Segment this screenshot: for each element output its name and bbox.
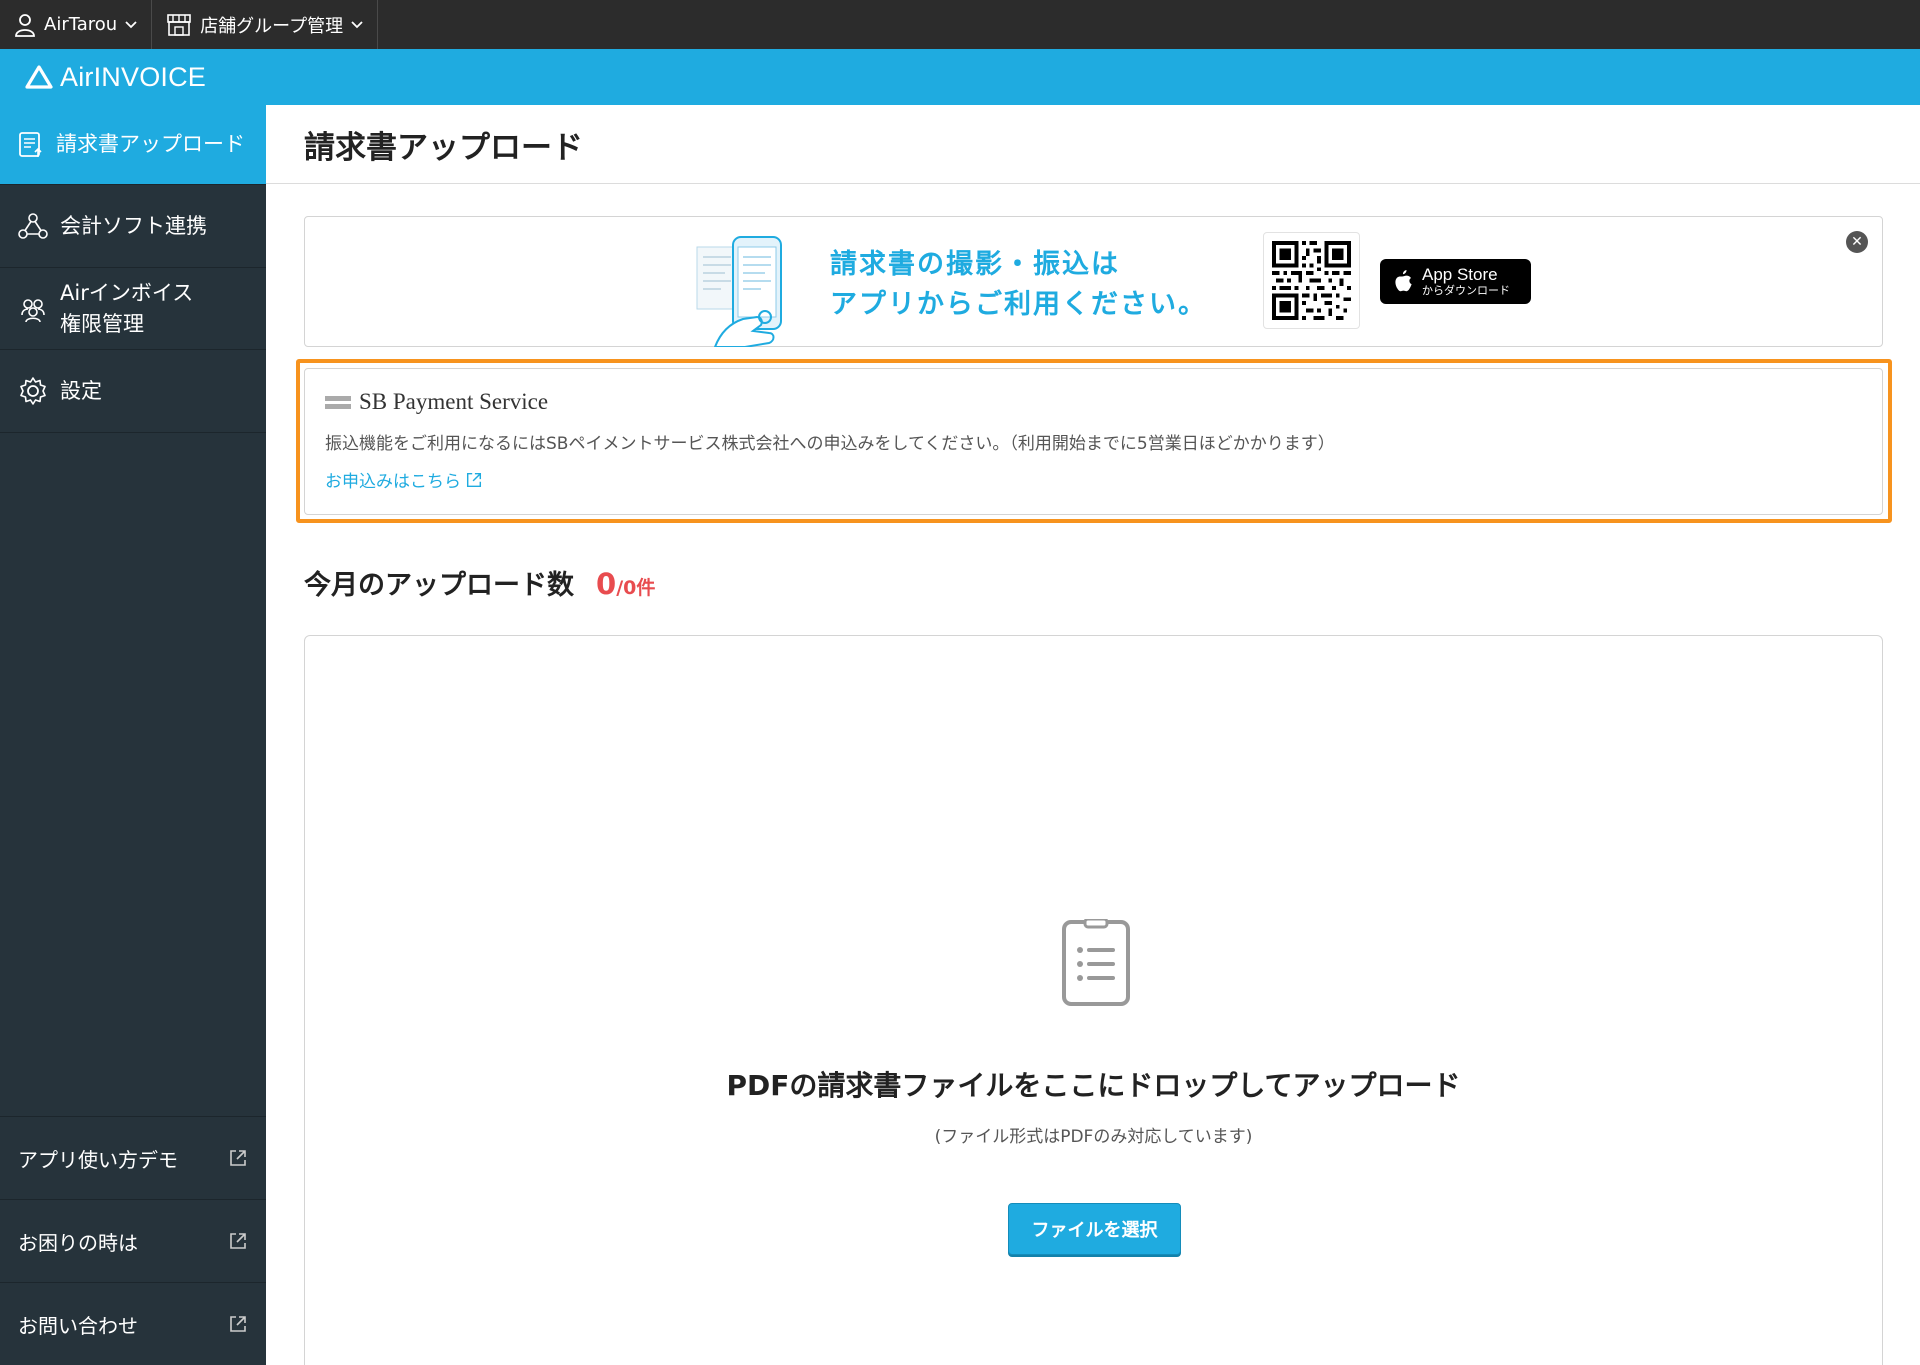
qr-code [1263, 232, 1360, 329]
upload-count-suffix: /0件 [616, 577, 656, 599]
app-store-label: App Store [1422, 264, 1498, 284]
sidebar-item-label: 請求書アップロード [56, 132, 245, 156]
sidebar-link-label: アプリ使い方デモ [18, 1147, 178, 1172]
store-group-menu[interactable]: 店舗グループ管理 [152, 0, 379, 49]
chevron-down-icon [125, 20, 137, 28]
sidebar-item-label: Airインボイス [60, 280, 194, 305]
sidebar-item-permission-management[interactable]: Airインボイス 権限管理 [0, 268, 266, 350]
select-file-button[interactable]: ファイルを選択 [1008, 1203, 1181, 1255]
main-content: 請求書アップロード 請求書の撮影・振込は アプリからご利用ください。 App S… [266, 105, 1920, 1365]
network-icon [18, 213, 48, 239]
banner-text-line2: アプリからご利用ください。 [830, 289, 1207, 320]
sidebar-item-label-group: Airインボイス 権限管理 [60, 278, 193, 340]
pdf-drop-zone[interactable]: PDFの請求書ファイルをここにドロップしてアップロード (ファイル形式はPDFの… [304, 635, 1883, 1365]
upload-count-value: 0/0件 [596, 567, 655, 601]
sb-payment-apply-label: お申込みはこちら [325, 472, 461, 492]
phone-illustration [696, 236, 782, 347]
external-link-icon [230, 1150, 246, 1166]
app-store-badge[interactable]: App Store からダウンロード [1380, 259, 1531, 304]
document-list-icon [1062, 919, 1130, 1006]
gear-icon [20, 377, 46, 405]
store-icon [167, 13, 191, 36]
top-bar: AirTarou 店舗グループ管理 [0, 0, 1920, 49]
sidebar-bottom-links: アプリ使い方デモ お困りの時は お問い合わせ [0, 1116, 266, 1365]
sidebar-item-label: 権限管理 [60, 311, 144, 336]
user-menu[interactable]: AirTarou [0, 0, 153, 49]
air-triangle-icon [25, 65, 53, 89]
sb-payment-logo: SB Payment Service [325, 389, 548, 415]
drop-zone-subtitle: (ファイル形式はPDFのみ対応しています) [934, 1127, 1253, 1147]
upload-count-title: 今月のアップロード数 [304, 570, 574, 601]
sidebar-link-label: お困りの時は [18, 1230, 138, 1255]
page-title: 請求書アップロード [304, 129, 583, 166]
close-icon: ✕ [1851, 234, 1863, 250]
sidebar-link-help[interactable]: お困りの時は [0, 1199, 266, 1282]
document-upload-icon [19, 131, 42, 157]
sidebar: 請求書アップロード 会計ソフト連携 Airインボイス 権限管理 設定 アプリ使い… [0, 105, 266, 1365]
upload-count-number: 0 [596, 567, 617, 601]
user-icon [15, 13, 35, 37]
store-group-label: 店舗グループ管理 [200, 15, 344, 37]
user-name: AirTarou [44, 14, 118, 35]
external-link-icon [466, 472, 482, 487]
sb-payment-logo-text: SB Payment Service [359, 389, 549, 414]
sidebar-item-label: 会計ソフト連携 [60, 213, 207, 238]
external-link-icon [230, 1233, 246, 1249]
brand-logo[interactable]: AirINVOICE [24, 62, 206, 93]
sb-logo-bars-icon [325, 395, 351, 409]
app-store-text: App Store からダウンロード [1422, 264, 1510, 298]
sidebar-link-label: お問い合わせ [18, 1313, 138, 1338]
external-link-icon [230, 1316, 246, 1332]
banner-text-line1: 請求書の撮影・振込は [830, 249, 1120, 280]
sb-payment-notice: SB Payment Service 振込機能をご利用になるにはSBペイメントサ… [304, 368, 1883, 515]
close-banner-button[interactable]: ✕ [1846, 231, 1868, 253]
users-icon [21, 298, 45, 322]
drop-zone-title: PDFの請求書ファイルをここにドロップしてアップロード [726, 1069, 1461, 1102]
chevron-down-icon [351, 20, 363, 28]
app-promo-banner: 請求書の撮影・振込は アプリからご利用ください。 App Store からダウン… [304, 216, 1883, 347]
sb-payment-apply-link[interactable]: お申込みはこちら [325, 467, 483, 492]
qr-code-icon [1272, 241, 1351, 320]
app-store-sublabel: からダウンロード [1422, 283, 1510, 297]
sidebar-link-app-demo[interactable]: アプリ使い方デモ [0, 1116, 266, 1199]
brand-name: AirINVOICE [60, 61, 207, 92]
sidebar-link-contact[interactable]: お問い合わせ [0, 1282, 266, 1365]
apple-icon [1395, 269, 1412, 291]
monthly-upload-count: 今月のアップロード数 0/0件 [304, 563, 655, 602]
sidebar-item-label: 設定 [60, 378, 102, 403]
brand-bar: AirINVOICE [0, 49, 1920, 105]
sidebar-item-settings[interactable]: 設定 [0, 350, 266, 433]
page-header: 請求書アップロード [266, 105, 1920, 184]
sidebar-item-invoice-upload[interactable]: 請求書アップロード [0, 105, 266, 185]
sidebar-item-accounting-integration[interactable]: 会計ソフト連携 [0, 185, 266, 268]
banner-message: 請求書の撮影・振込は アプリからご利用ください。 [830, 245, 1207, 325]
sb-payment-description: 振込機能をご利用になるにはSBペイメントサービス株式会社への申込みをしてください… [325, 434, 1335, 454]
